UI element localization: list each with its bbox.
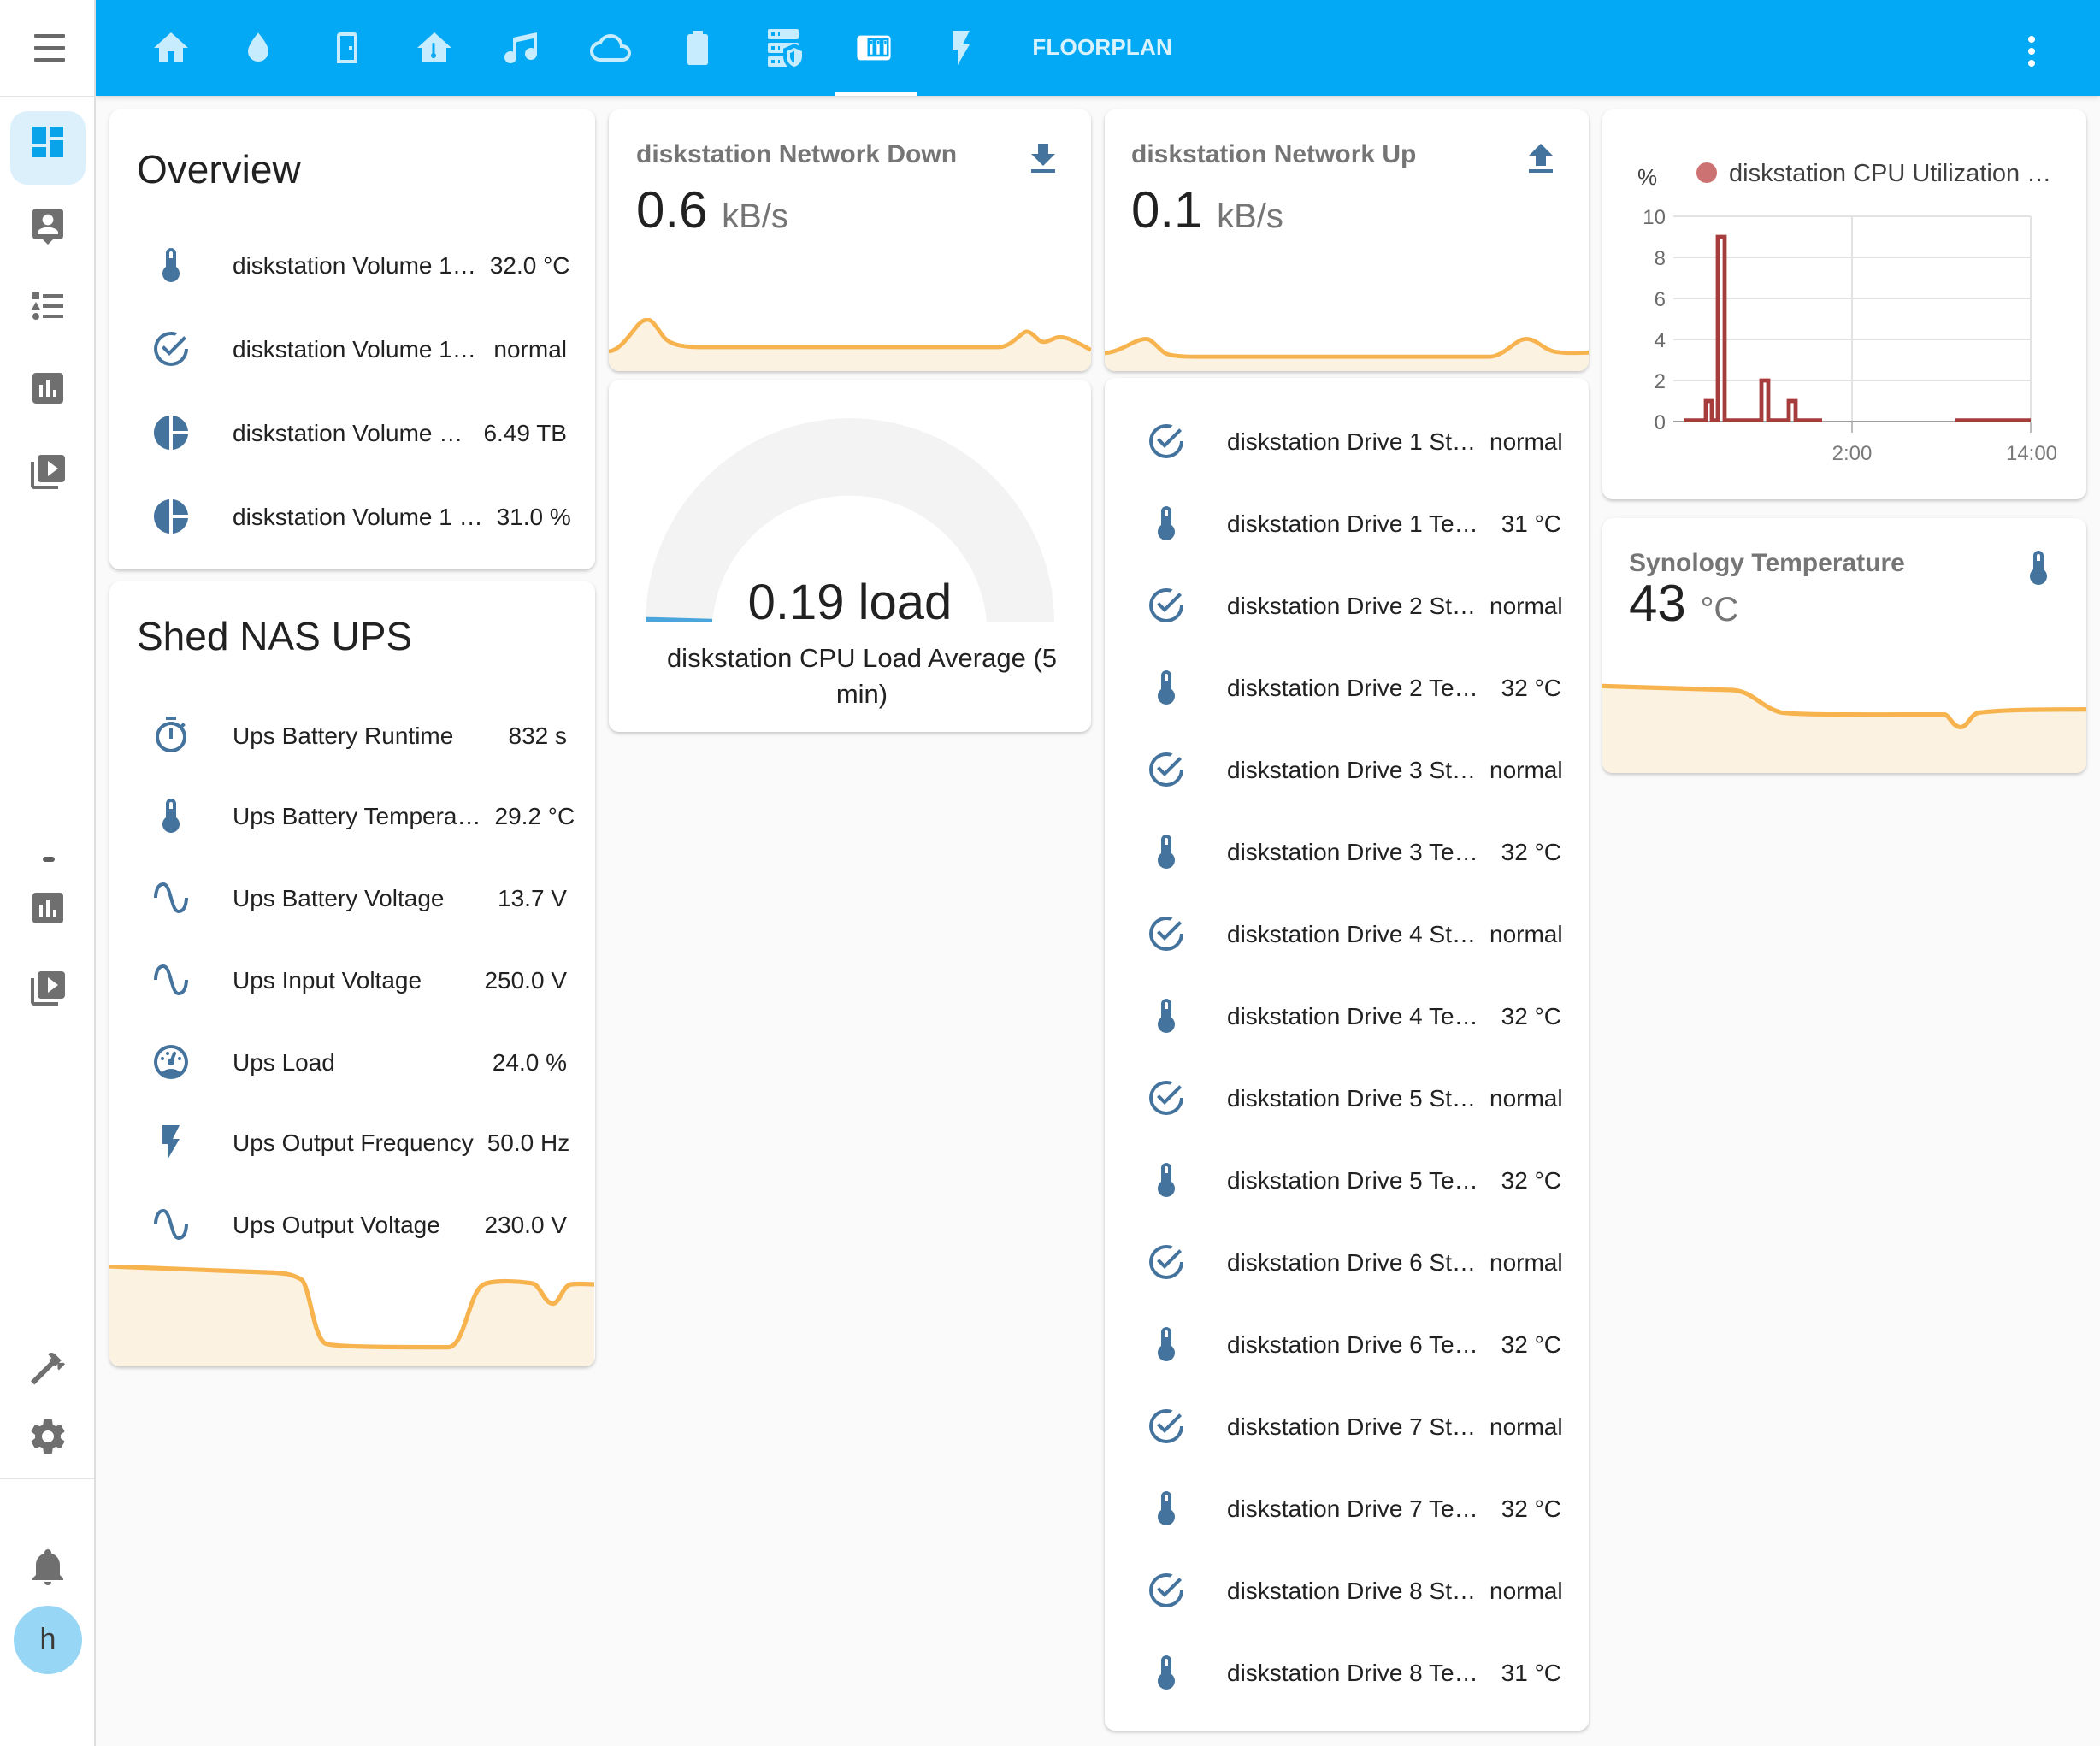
- svg-text:6: 6: [1654, 288, 1665, 311]
- svg-text:10: 10: [1642, 206, 1665, 229]
- svg-text:4: 4: [1654, 329, 1665, 352]
- svg-text:2:00: 2:00: [1832, 442, 1872, 465]
- svg-text:8: 8: [1654, 247, 1665, 270]
- svg-text:2: 2: [1654, 370, 1665, 393]
- svg-text:14:00: 14:00: [2005, 442, 2056, 465]
- svg-text:0: 0: [1654, 411, 1665, 434]
